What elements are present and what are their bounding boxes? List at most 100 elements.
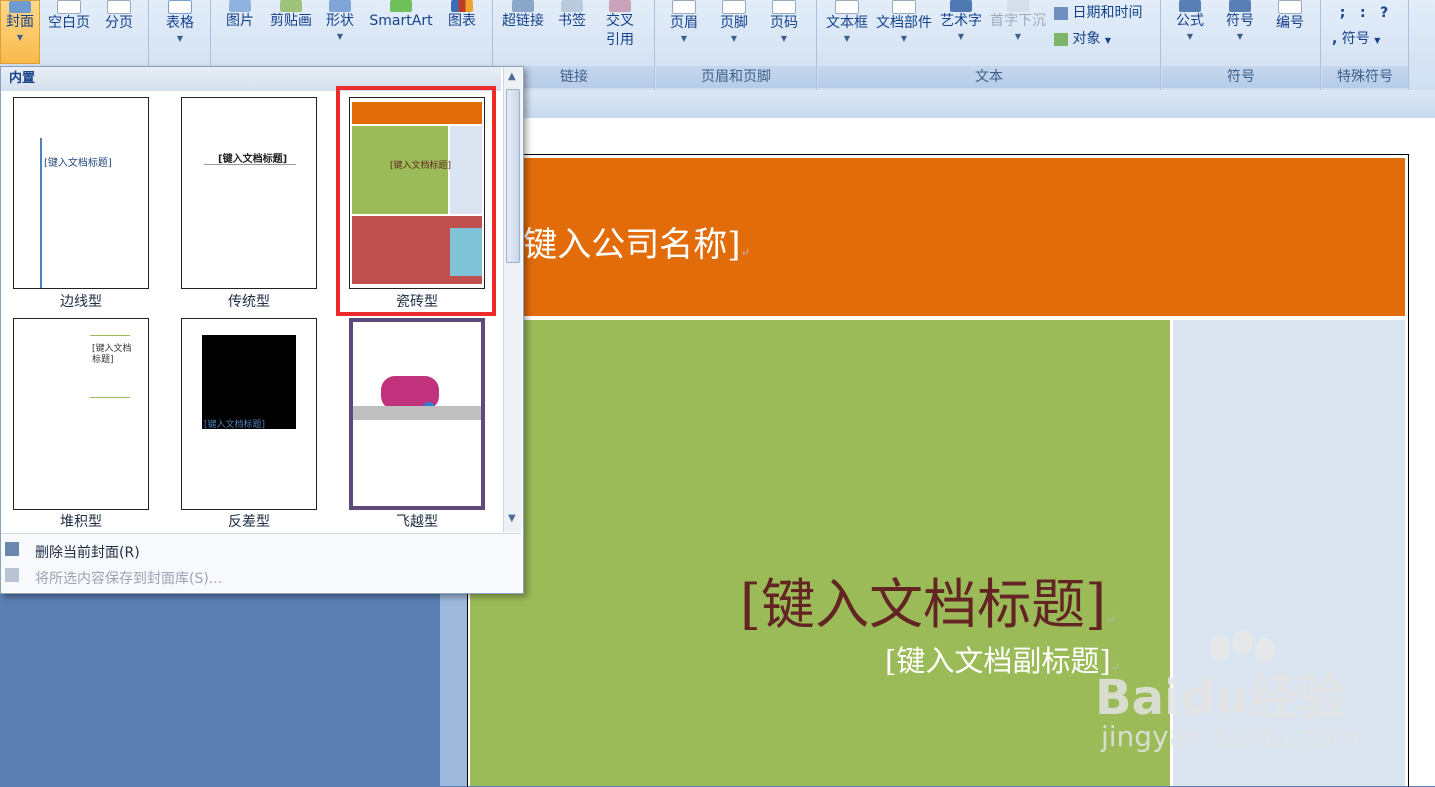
scroll-thumb[interactable] <box>506 89 520 263</box>
equation-button[interactable]: 公式 ▼ <box>1170 0 1210 43</box>
title-block <box>470 320 1170 786</box>
chart-button[interactable]: 图表 <box>442 0 482 31</box>
cover-icon <box>9 1 31 13</box>
cover-page-gallery: 内置 ▲ ▼ [键入文档标题] 边线型 [键入文档标题] 传统型 [键入文档标题… <box>0 66 524 594</box>
gallery-scrollbar[interactable]: ▲ ▼ <box>503 67 522 532</box>
header-icon <box>672 0 696 14</box>
shapes-icon <box>329 0 351 12</box>
omega-icon <box>1229 0 1251 12</box>
save-to-gallery-menu-item[interactable]: 将所选内容保存到封面库(S)... <box>35 568 222 588</box>
chevron-down-icon: ▼ <box>1374 36 1381 45</box>
hyperlink-button[interactable]: 超链接 <box>498 0 548 31</box>
special-symbols-group-label: 特殊符号 <box>1322 66 1408 88</box>
chevron-down-icon: ▼ <box>780 34 788 43</box>
chevron-down-icon: ▼ <box>843 34 851 43</box>
cross-reference-button[interactable]: 交叉 引用 <box>600 0 640 50</box>
header-footer-group-label: 页眉和页脚 <box>656 66 816 88</box>
text-group-label: 文本 <box>818 66 1160 88</box>
scroll-down-icon[interactable]: ▼ <box>508 513 516 524</box>
footer-button[interactable]: 页脚 ▼ <box>714 0 754 45</box>
watermark-brand: Baidu经验 <box>1095 670 1345 726</box>
table-button[interactable]: 表格 ▼ <box>160 0 200 45</box>
baidu-watermark: Baidu经验 jingyan.baidu.com <box>1095 628 1425 758</box>
blank-page-button[interactable]: 空白页 <box>44 0 94 33</box>
company-name-field[interactable]: [键入公司名称]↵ <box>510 217 750 266</box>
chevron-down-icon: ▼ <box>730 34 738 43</box>
remove-cover-menu-item[interactable]: 删除当前封面(R) <box>35 542 140 562</box>
footer-icon <box>722 0 746 14</box>
cover-label: 飞越型 <box>396 514 438 530</box>
paragraph-mark: ↵ <box>740 246 750 259</box>
special-symbol-button[interactable]: , 符号 ▼ <box>1332 30 1402 50</box>
thumb-black-block <box>202 335 296 429</box>
thumb-sideline <box>40 138 42 288</box>
clipart-icon <box>280 0 302 12</box>
blank-page-icon <box>57 0 81 14</box>
drop-cap-button[interactable]: 首字下沉 ▼ <box>986 0 1050 43</box>
chevron-down-icon: ▼ <box>1186 32 1194 41</box>
chevron-down-icon: ▼ <box>1236 32 1244 41</box>
gallery-menu: 删除当前封面(R) 将所选内容保存到封面库(S)... <box>1 533 521 592</box>
cover-label: 反差型 <box>228 514 270 530</box>
cover-thumb-traditional[interactable]: [键入文档标题] <box>181 97 317 289</box>
numbering-button[interactable]: 编号 <box>1270 0 1310 33</box>
chevron-down-icon: ▼ <box>680 34 688 43</box>
cover-label: 堆积型 <box>60 514 102 530</box>
cover-thumb-contrast[interactable]: [键入文档标题] <box>181 318 317 510</box>
text-group: 文本框 ▼ 文档部件 ▼ 艺术字 ▼ 首字下沉 ▼ 日期和时间 对象 ▼ 文本 <box>818 0 1161 90</box>
scroll-up-icon[interactable]: ▲ <box>508 71 516 82</box>
header-button[interactable]: 页眉 ▼ <box>664 0 704 45</box>
chevron-down-icon: ▼ <box>176 34 184 43</box>
pi-icon <box>1179 0 1201 12</box>
picture-button[interactable]: 图片 <box>222 0 258 31</box>
cover-button[interactable]: 封面 ▼ <box>0 0 40 64</box>
cover-label: 边线型 <box>60 294 102 310</box>
quick-parts-button[interactable]: 文档部件 ▼ <box>872 0 936 45</box>
selection-highlight <box>336 86 496 316</box>
document-subtitle-field[interactable]: [键入文档副标题]↵ <box>885 638 1120 680</box>
chevron-down-icon: ▼ <box>957 32 965 41</box>
chevron-down-icon: ▼ <box>336 32 344 41</box>
cover-thumb-sideline[interactable]: [键入文档标题] <box>13 97 149 289</box>
table-icon <box>168 0 192 14</box>
ruler <box>440 90 1435 118</box>
save-selection-icon <box>5 568 19 582</box>
page-break-button[interactable]: 分页 <box>100 0 138 33</box>
special-symbol-keys[interactable]: ; : ? <box>1326 4 1402 23</box>
textbox-button[interactable]: 文本框 ▼ <box>822 0 872 45</box>
colon-icon: : <box>1359 5 1366 21</box>
smartart-button[interactable]: SmartArt <box>366 0 436 31</box>
header-footer-group: 页眉 ▼ 页脚 ▼ 页码 ▼ 页眉和页脚 <box>656 0 817 90</box>
wordart-button[interactable]: 艺术字 ▼ <box>936 0 986 43</box>
cover-thumb-stacks[interactable]: [键入文档 标题] <box>13 318 149 510</box>
document-title-field[interactable]: [键入文档标题]↵ <box>740 560 1115 639</box>
semicolon-icon: ; <box>1339 5 1346 21</box>
picture-icon <box>229 0 251 12</box>
chevron-down-icon: ▼ <box>1104 36 1112 45</box>
drop-cap-icon <box>1007 0 1029 12</box>
paragraph-mark: ↵ <box>1106 613 1116 626</box>
shapes-button[interactable]: 形状 ▼ <box>322 0 358 43</box>
thumb-rule <box>204 164 296 165</box>
smartart-icon <box>390 0 412 12</box>
delete-cover-icon <box>5 542 19 556</box>
chart-icon <box>451 0 473 12</box>
special-symbols-group: ; : ? , 符号 ▼ 特殊符号 <box>1322 0 1409 90</box>
thumb-rule <box>90 335 130 336</box>
date-time-button[interactable]: 日期和时间 <box>1054 4 1158 23</box>
numbering-icon <box>1278 0 1302 14</box>
chevron-down-icon: ▼ <box>1014 32 1022 41</box>
watermark-url: jingyan.baidu.com <box>1101 720 1360 753</box>
page-break-icon <box>107 0 131 14</box>
wordart-icon <box>950 0 972 12</box>
cross-reference-icon <box>609 0 631 12</box>
textbox-icon <box>835 0 859 14</box>
object-button[interactable]: 对象 ▼ <box>1054 30 1134 50</box>
thumb-title-band <box>353 406 481 420</box>
symbol-button[interactable]: 符号 ▼ <box>1220 0 1260 43</box>
bookmark-button[interactable]: 书签 <box>552 0 592 31</box>
comma-icon: , <box>1332 31 1338 47</box>
cover-thumb-flyover[interactable] <box>349 318 485 510</box>
clipart-button[interactable]: 剪贴画 <box>266 0 316 31</box>
page-number-button[interactable]: 页码 ▼ <box>764 0 804 45</box>
